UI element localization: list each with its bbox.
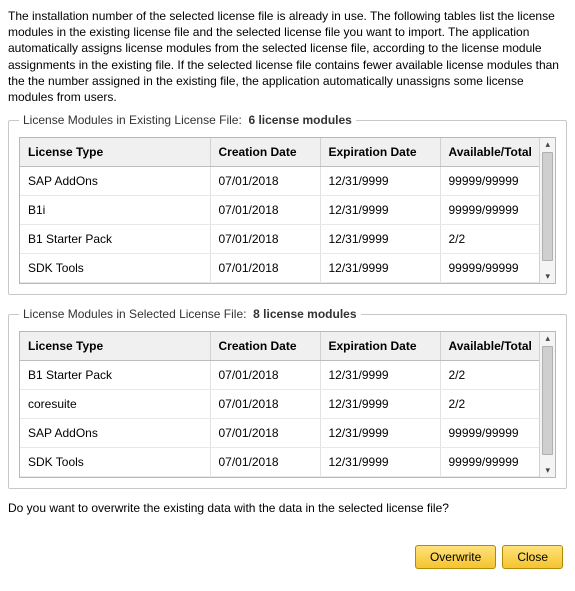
- col-available-total[interactable]: Available/Total: [440, 332, 539, 361]
- scroll-up-icon[interactable]: ▴: [545, 332, 550, 345]
- cell-avail: 99999/99999: [440, 167, 539, 196]
- dialog-buttons: Overwrite Close: [8, 545, 567, 569]
- cell-type: SAP AddOns: [20, 419, 210, 448]
- close-button[interactable]: Close: [502, 545, 563, 569]
- existing-tbody: SAP AddOns07/01/201812/31/999999999/9999…: [20, 167, 539, 283]
- scroll-up-icon[interactable]: ▴: [545, 138, 550, 151]
- selected-license-group: License Modules in Selected License File…: [8, 307, 567, 489]
- table-row[interactable]: B1i07/01/201812/31/999999999/99999: [20, 196, 539, 225]
- selected-header-row: License Type Creation Date Expiration Da…: [20, 332, 539, 361]
- selected-license-legend: License Modules in Selected License File…: [19, 307, 361, 321]
- existing-header-row: License Type Creation Date Expiration Da…: [20, 138, 539, 167]
- cell-created: 07/01/2018: [210, 225, 320, 254]
- selected-license-table: License Type Creation Date Expiration Da…: [20, 332, 539, 477]
- cell-expires: 12/31/9999: [320, 419, 440, 448]
- cell-created: 07/01/2018: [210, 361, 320, 390]
- col-license-type[interactable]: License Type: [20, 138, 210, 167]
- existing-legend-prefix: License Modules in Existing License File…: [23, 113, 242, 127]
- col-creation-date[interactable]: Creation Date: [210, 138, 320, 167]
- cell-expires: 12/31/9999: [320, 225, 440, 254]
- col-creation-date[interactable]: Creation Date: [210, 332, 320, 361]
- selected-scrollbar[interactable]: ▴ ▾: [539, 332, 555, 477]
- cell-avail: 2/2: [440, 225, 539, 254]
- cell-created: 07/01/2018: [210, 448, 320, 477]
- col-expiration-date[interactable]: Expiration Date: [320, 138, 440, 167]
- table-row[interactable]: SDK Tools07/01/201812/31/999999999/99999: [20, 448, 539, 477]
- table-row[interactable]: coresuite07/01/201812/31/99992/2: [20, 390, 539, 419]
- cell-avail: 99999/99999: [440, 254, 539, 283]
- cell-expires: 12/31/9999: [320, 448, 440, 477]
- cell-avail: 99999/99999: [440, 448, 539, 477]
- selected-table-wrap: License Type Creation Date Expiration Da…: [19, 331, 556, 478]
- existing-table-wrap: License Type Creation Date Expiration Da…: [19, 137, 556, 284]
- cell-type: B1 Starter Pack: [20, 225, 210, 254]
- intro-text: The installation number of the selected …: [8, 8, 567, 105]
- table-row[interactable]: SDK Tools07/01/201812/31/999999999/99999: [20, 254, 539, 283]
- existing-license-table: License Type Creation Date Expiration Da…: [20, 138, 539, 283]
- cell-avail: 2/2: [440, 390, 539, 419]
- cell-expires: 12/31/9999: [320, 361, 440, 390]
- selected-count: 8 license modules: [253, 307, 356, 321]
- cell-type: B1 Starter Pack: [20, 361, 210, 390]
- cell-type: SDK Tools: [20, 448, 210, 477]
- table-row[interactable]: SAP AddOns07/01/201812/31/999999999/9999…: [20, 419, 539, 448]
- cell-avail: 2/2: [440, 361, 539, 390]
- table-row[interactable]: B1 Starter Pack07/01/201812/31/99992/2: [20, 225, 539, 254]
- cell-avail: 99999/99999: [440, 419, 539, 448]
- cell-expires: 12/31/9999: [320, 390, 440, 419]
- cell-created: 07/01/2018: [210, 167, 320, 196]
- existing-license-legend: License Modules in Existing License File…: [19, 113, 356, 127]
- existing-license-group: License Modules in Existing License File…: [8, 113, 567, 295]
- cell-type: B1i: [20, 196, 210, 225]
- col-available-total[interactable]: Available/Total: [440, 138, 539, 167]
- existing-count: 6 license modules: [248, 113, 351, 127]
- cell-expires: 12/31/9999: [320, 167, 440, 196]
- col-license-type[interactable]: License Type: [20, 332, 210, 361]
- scroll-thumb[interactable]: [542, 346, 553, 455]
- cell-type: SAP AddOns: [20, 167, 210, 196]
- cell-created: 07/01/2018: [210, 419, 320, 448]
- scroll-down-icon[interactable]: ▾: [545, 464, 550, 477]
- cell-created: 07/01/2018: [210, 254, 320, 283]
- cell-type: coresuite: [20, 390, 210, 419]
- cell-avail: 99999/99999: [440, 196, 539, 225]
- selected-legend-prefix: License Modules in Selected License File…: [23, 307, 246, 321]
- scroll-thumb[interactable]: [542, 152, 553, 261]
- cell-created: 07/01/2018: [210, 196, 320, 225]
- table-row[interactable]: B1 Starter Pack07/01/201812/31/99992/2: [20, 361, 539, 390]
- cell-created: 07/01/2018: [210, 390, 320, 419]
- selected-tbody: B1 Starter Pack07/01/201812/31/99992/2co…: [20, 361, 539, 477]
- cell-expires: 12/31/9999: [320, 196, 440, 225]
- col-expiration-date[interactable]: Expiration Date: [320, 332, 440, 361]
- cell-expires: 12/31/9999: [320, 254, 440, 283]
- cell-type: SDK Tools: [20, 254, 210, 283]
- overwrite-question: Do you want to overwrite the existing da…: [8, 501, 567, 515]
- overwrite-button[interactable]: Overwrite: [415, 545, 496, 569]
- table-row[interactable]: SAP AddOns07/01/201812/31/999999999/9999…: [20, 167, 539, 196]
- existing-scrollbar[interactable]: ▴ ▾: [539, 138, 555, 283]
- scroll-down-icon[interactable]: ▾: [545, 270, 550, 283]
